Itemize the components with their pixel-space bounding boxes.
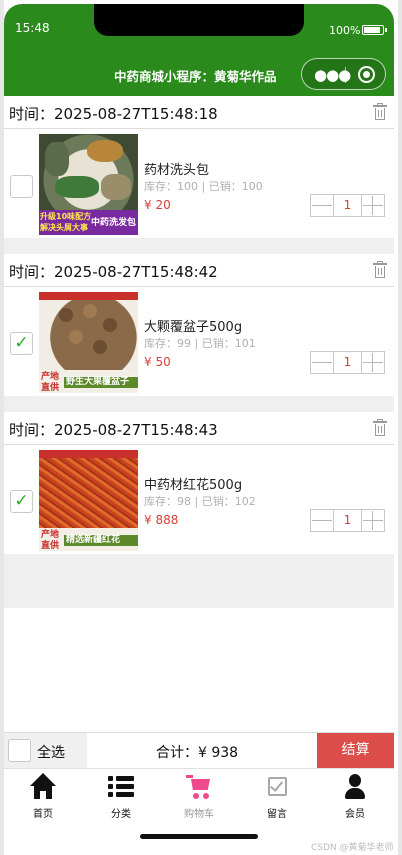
tab-message[interactable]: 留言	[238, 769, 316, 823]
cart-item-time: 时间：2025-08-27T15:48:42	[9, 263, 218, 281]
image-caption: 产地 直供	[41, 372, 60, 393]
battery-tip	[385, 28, 387, 32]
cart-item-time: 时间：2025-08-27T15:48:43	[9, 421, 218, 439]
cart-item: 时间：2025-08-27T15:48:18 升级10味配方 解决头屑大事 中药…	[4, 96, 394, 238]
image-caption: 中药洗发包	[91, 218, 137, 228]
item-checkbox[interactable]	[10, 175, 33, 198]
product-price: ¥ 20	[144, 198, 171, 212]
product-name: 中药材红花500g	[144, 478, 243, 493]
message-check-icon	[264, 773, 290, 801]
product-image: 产地 直供 野生大果覆盆子	[39, 292, 138, 393]
target-icon[interactable]	[358, 66, 375, 83]
checkout-bar: 全选 合计：¥ 938 结算	[4, 732, 394, 768]
trash-icon[interactable]	[373, 419, 387, 436]
product-name: 药材洗头包	[144, 163, 210, 178]
trash-icon[interactable]	[373, 103, 387, 120]
cart-item-header: 时间：2025-08-27T15:48:18	[4, 96, 394, 129]
quantity-stepper: 1	[310, 351, 385, 374]
select-all-area[interactable]: 全选	[4, 733, 87, 768]
battery-icon	[362, 25, 384, 35]
decrease-button[interactable]	[311, 352, 333, 373]
mini-program-capsule: ●●●	[301, 58, 386, 90]
decrease-button[interactable]	[311, 510, 333, 531]
increase-button[interactable]	[362, 352, 384, 373]
battery-percent: 100%	[329, 24, 361, 37]
quantity-value[interactable]: 1	[333, 510, 362, 531]
cart-list: 时间：2025-08-27T15:48:18 升级10味配方 解决头屑大事 中药…	[4, 96, 394, 732]
tab-bar: 首页 分类 购物车 留言 会员	[4, 768, 394, 822]
total-amount: 合计：¥ 938	[156, 745, 239, 761]
home-icon	[30, 773, 56, 801]
item-checkbox[interactable]: ✓	[10, 332, 33, 355]
image-caption: 野生大果覆盆子	[64, 377, 138, 388]
increase-button[interactable]	[362, 195, 384, 216]
image-caption: 精选新疆红花	[64, 535, 138, 546]
product-name: 大颗覆盆子500g	[144, 320, 243, 335]
tab-label: 留言	[267, 809, 287, 820]
trash-icon[interactable]	[373, 261, 387, 278]
select-all-label: 全选	[37, 745, 65, 761]
product-stock: 库存：98 | 已销：102	[144, 495, 256, 508]
tab-member[interactable]: 会员	[316, 769, 394, 823]
quantity-stepper: 1	[310, 509, 385, 532]
tab-category[interactable]: 分类	[82, 769, 160, 823]
decrease-button[interactable]	[311, 195, 333, 216]
product-image: 升级10味配方 解决头屑大事 中药洗发包	[39, 134, 138, 235]
increase-button[interactable]	[362, 510, 384, 531]
tab-label: 分类	[111, 809, 131, 820]
tab-label: 会员	[345, 809, 365, 820]
quantity-value[interactable]: 1	[333, 195, 362, 216]
tab-cart[interactable]: 购物车	[160, 769, 238, 823]
image-caption: 升级10味配方 解决头屑大事	[40, 212, 92, 232]
status-time: 15:48	[15, 21, 50, 35]
select-all-checkbox[interactable]	[8, 739, 31, 762]
capsule-divider	[345, 67, 346, 83]
cart-item-header: 时间：2025-08-27T15:48:42	[4, 254, 394, 287]
cart-item-time: 时间：2025-08-27T15:48:18	[9, 105, 218, 123]
settle-button[interactable]: 结算	[317, 733, 394, 768]
item-checkbox[interactable]: ✓	[10, 490, 33, 513]
cart-item-header: 时间：2025-08-27T15:48:43	[4, 412, 394, 445]
phone-screen: 15:48 100% 中药商城小程序：黄菊华作品 ●●● 时间：2025-08-…	[0, 0, 402, 855]
product-image: 产地 直供 精选新疆红花	[39, 450, 138, 551]
cart-item: 时间：2025-08-27T15:48:42 ✓ 产地 直供 野生大果覆盆子 大…	[4, 254, 394, 396]
tab-home[interactable]: 首页	[4, 769, 82, 823]
image-caption: 产地 直供	[41, 530, 60, 551]
list-icon	[108, 773, 134, 801]
tab-label: 首页	[33, 809, 53, 820]
quantity-stepper: 1	[310, 194, 385, 217]
user-icon	[342, 773, 368, 801]
page-title: 中药商城小程序：黄菊华作品	[114, 69, 277, 84]
product-stock: 库存：100 | 已销：100	[144, 180, 263, 193]
home-indicator	[140, 834, 258, 839]
watermark: CSDN @黄菊华老师	[311, 843, 394, 853]
quantity-value[interactable]: 1	[333, 352, 362, 373]
cart-item: 时间：2025-08-27T15:48:43 ✓ 产地 直供 精选新疆红花 中药…	[4, 412, 394, 554]
product-stock: 库存：99 | 已销：101	[144, 337, 256, 350]
cart-icon	[186, 773, 212, 801]
camera-notch	[94, 4, 304, 36]
product-price: ¥ 888	[144, 513, 179, 527]
tab-label: 购物车	[184, 809, 214, 820]
product-price: ¥ 50	[144, 355, 171, 369]
frame-edge	[398, 0, 402, 855]
navigation-bar: 15:48 100% 中药商城小程序：黄菊华作品 ●●●	[4, 4, 394, 96]
empty-area	[4, 608, 394, 732]
